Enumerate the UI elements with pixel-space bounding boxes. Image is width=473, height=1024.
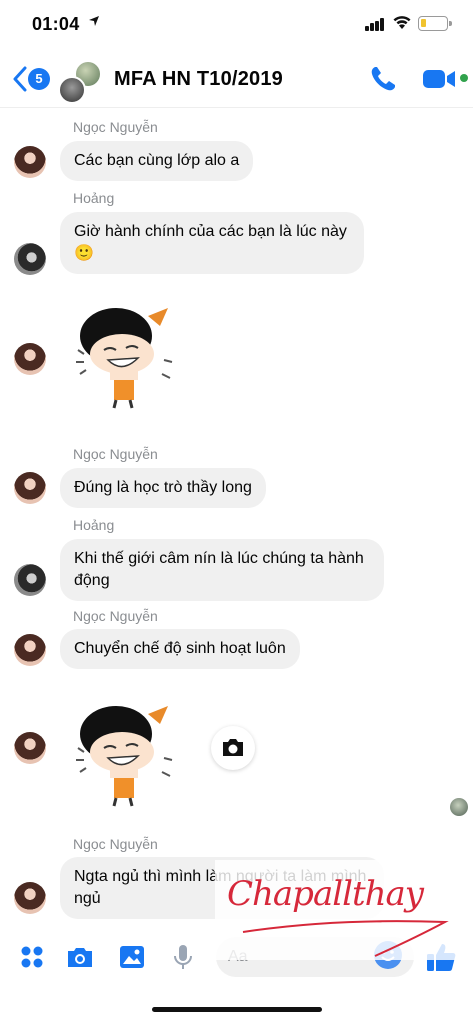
apps-grid-icon xyxy=(21,946,43,968)
slightly-smiling-emoji: 🙂 xyxy=(74,245,94,262)
message-bubble[interactable]: Giờ hành chính của các bạn là lúc này 🙂 xyxy=(60,212,364,274)
voice-message-button[interactable] xyxy=(168,942,198,972)
unread-badge: 5 xyxy=(28,68,50,90)
status-time: 01:04 xyxy=(32,14,80,34)
chat-title[interactable]: MFA HN T10/2019 xyxy=(114,68,283,91)
message-bubble[interactable]: Khi thế giới câm nín là lúc chúng ta hàn… xyxy=(60,539,384,601)
camera-icon xyxy=(223,739,243,756)
signature-watermark: Chapallthay xyxy=(215,860,465,960)
group-avatar[interactable] xyxy=(58,60,102,104)
apps-button[interactable] xyxy=(17,942,47,972)
avatar[interactable] xyxy=(14,732,46,764)
sender-name: Ngọc Nguyễn xyxy=(73,119,158,135)
camera-button[interactable] xyxy=(65,942,95,972)
message-text: Các bạn cùng lớp alo a xyxy=(74,152,240,169)
gallery-button[interactable] xyxy=(117,942,147,972)
avatar[interactable] xyxy=(14,882,46,914)
battery-icon xyxy=(418,16,452,31)
phone-icon xyxy=(371,67,395,91)
chat-header: 5 MFA HN T10/2019 xyxy=(0,52,473,108)
back-chevron-icon xyxy=(13,66,27,92)
signal-icon xyxy=(365,18,385,31)
status-bar: 01:04 xyxy=(0,0,473,50)
back-button[interactable]: 5 xyxy=(8,64,52,94)
message-text-line: Khi thế giới câm nín là lúc chúng ta hàn… xyxy=(74,550,364,567)
crying-girl-sticker[interactable] xyxy=(64,296,182,414)
avatar[interactable] xyxy=(14,472,46,504)
sender-name: Ngọc Nguyễn xyxy=(73,836,158,852)
call-button[interactable] xyxy=(368,64,398,94)
avatar[interactable] xyxy=(14,243,46,275)
avatar[interactable] xyxy=(14,343,46,375)
wifi-icon xyxy=(392,14,412,30)
message-text-line: động xyxy=(74,572,110,589)
sender-name: Ngọc Nguyễn xyxy=(73,608,158,624)
sender-name: Hoảng xyxy=(73,190,115,206)
sender-name: Ngọc Nguyễn xyxy=(73,446,158,462)
camera-shortcut-button[interactable] xyxy=(211,726,255,770)
message-bubble[interactable]: Chuyển chế độ sinh hoạt luôn xyxy=(60,629,300,669)
message-text: Giờ hành chính của các bạn là lúc này xyxy=(74,223,347,240)
sender-name: Hoảng xyxy=(73,517,115,533)
seen-by-avatar xyxy=(450,798,468,816)
camera-icon xyxy=(68,948,92,967)
message-text: Chuyển chế độ sinh hoạt luôn xyxy=(74,640,286,657)
avatar[interactable] xyxy=(14,564,46,596)
avatar[interactable] xyxy=(14,146,46,178)
avatar[interactable] xyxy=(14,634,46,666)
gallery-icon xyxy=(120,946,144,968)
battery-fill xyxy=(421,19,426,27)
video-call-button[interactable] xyxy=(422,66,458,92)
microphone-icon xyxy=(174,945,192,969)
home-indicator[interactable] xyxy=(152,1007,322,1012)
message-bubble[interactable]: Đúng là học trò thầy long xyxy=(60,468,266,508)
message-bubble[interactable]: Các bạn cùng lớp alo a xyxy=(60,141,254,181)
video-camera-icon xyxy=(423,70,455,88)
message-text-line: ngủ xyxy=(74,890,101,907)
message-text: Đúng là học trò thầy long xyxy=(74,479,252,496)
group-avatar-member xyxy=(58,76,86,104)
location-arrow-icon xyxy=(88,15,100,30)
crying-girl-sticker[interactable] xyxy=(64,694,182,812)
online-indicator xyxy=(460,74,468,82)
